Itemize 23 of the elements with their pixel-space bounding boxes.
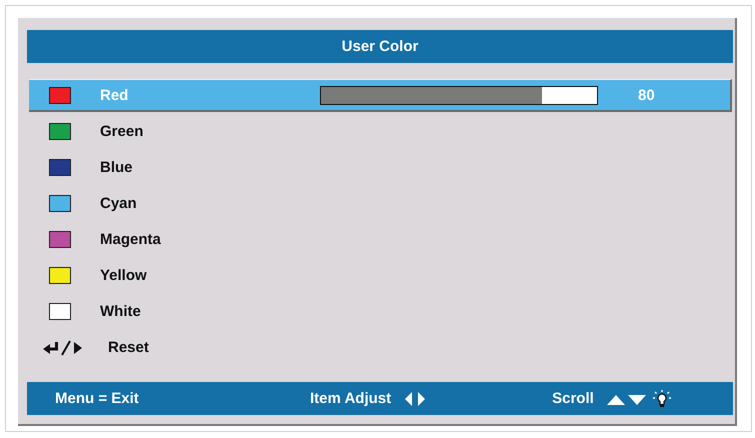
item-label: Green [100,123,144,140]
menu-title: User Color [27,30,733,63]
slider-value: 80 [638,86,655,104]
menu-item[interactable]: Yellow [29,259,732,292]
menu-item[interactable]: Reset [29,331,732,364]
item-label: Yellow [100,267,148,284]
scroll-hint: Scroll [552,390,594,407]
left-right-arrows-icon [403,390,428,406]
menu-item[interactable]: Cyan [29,187,732,220]
light-bulb-icon [652,388,672,408]
item-adjust-hint: Item Adjust [310,390,392,407]
menu-item[interactable]: Blue [29,151,732,184]
item-label: Blue [100,159,134,176]
menu-item[interactable]: Green [29,115,732,148]
slider-track[interactable] [320,86,598,104]
item-label: Red [100,86,130,104]
item-label: Reset [108,339,150,356]
menu-exit-hint: Menu = Exit [55,390,140,407]
item-label: Cyan [100,195,138,212]
menu-item[interactable]: White [29,295,732,328]
menu-item[interactable]: Magenta [29,223,732,256]
item-label: Magenta [100,231,162,248]
item-label: White [100,303,142,320]
